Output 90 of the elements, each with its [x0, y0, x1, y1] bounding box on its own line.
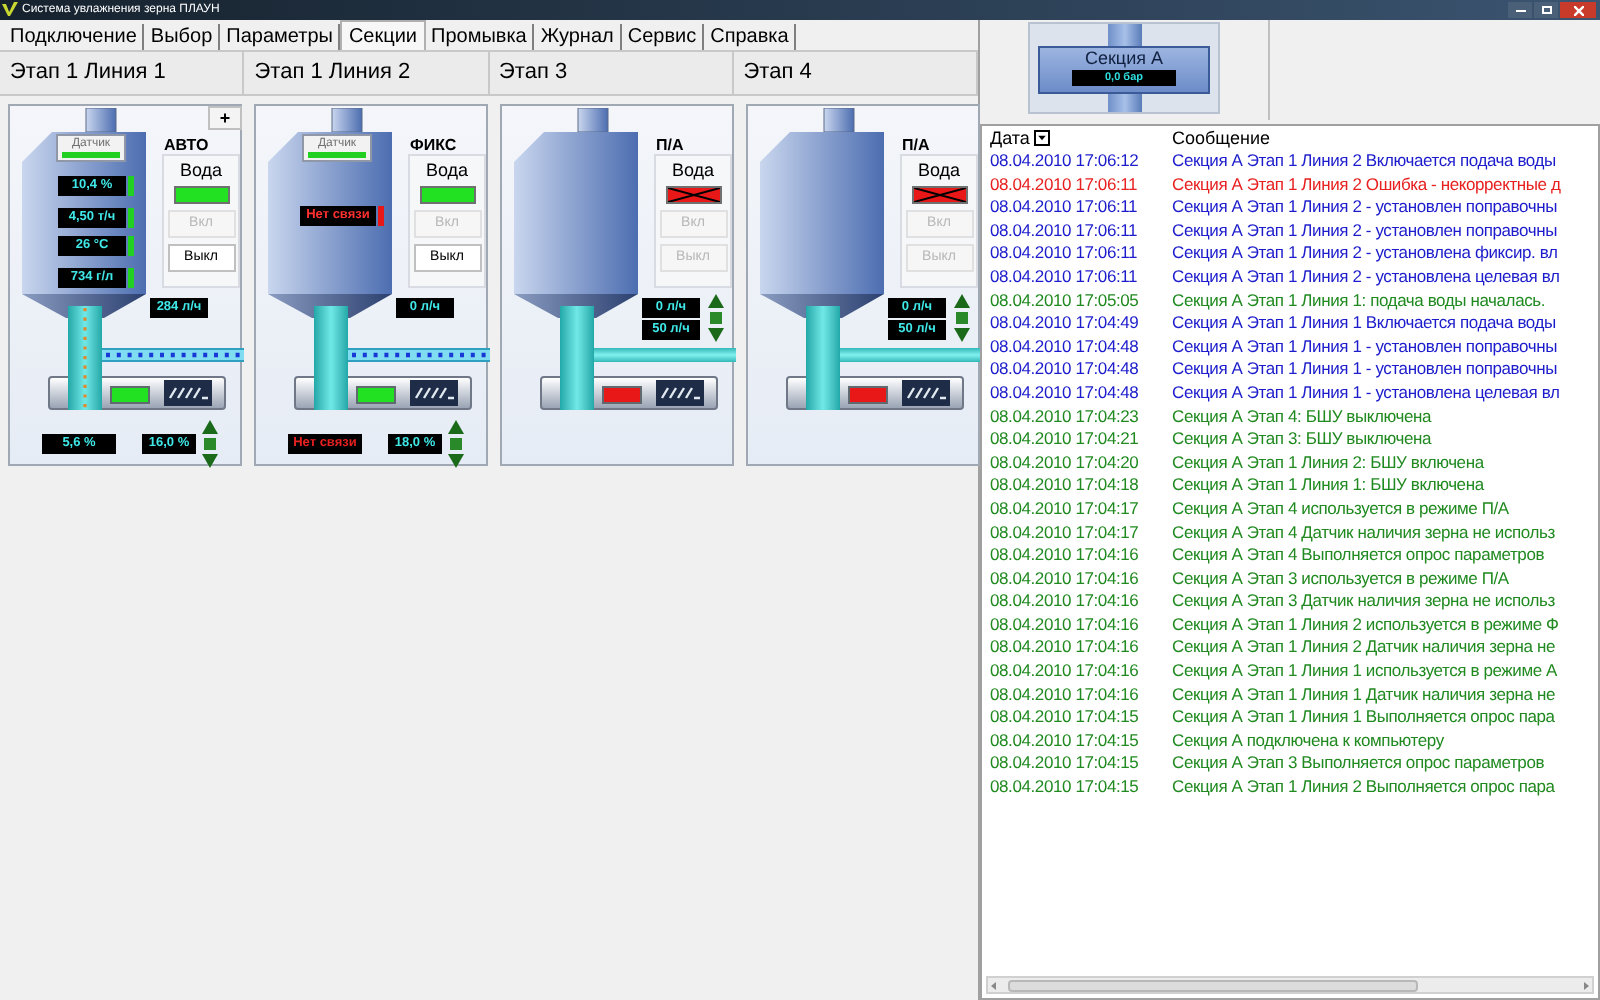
water-label: Вода — [425, 160, 469, 180]
log-message: Секция А Этап 1 Линия 2 - установлена целевая вл — [1172, 265, 1560, 290]
log-date: 08.04.2010 17:04:21 — [990, 428, 1141, 452]
app-logo-icon — [2, 2, 18, 18]
log-date: 08.04.2010 17:04:17 — [990, 497, 1141, 521]
tab[interactable]: Секции — [340, 20, 426, 50]
log-date: 08.04.2010 17:04:15 — [990, 706, 1141, 730]
scroll-left-icon[interactable] — [988, 979, 1000, 991]
log-message: Секция А Этап 1 Линия 2: БШУ включена — [1172, 451, 1484, 475]
mode-label: АВТО — [164, 136, 209, 156]
log-message: Секция А Этап 1 Линия 2 - установлен поправочны — [1172, 196, 1557, 220]
stage-title: Этап 1 Линия 2 — [254, 58, 411, 89]
scroll-right-icon[interactable] — [1580, 979, 1592, 991]
water-label: Вода — [671, 160, 715, 180]
log-date: 08.04.2010 17:04:48 — [990, 381, 1141, 406]
log-message: Секция А Этап 1 Линия 1: подача воды началась. — [1172, 289, 1546, 313]
log-message: Секция А Этап 4 используется в режиме П/А — [1172, 497, 1509, 521]
log-date: 08.04.2010 17:04:16 — [990, 590, 1141, 614]
log-date: 08.04.2010 17:06:11 — [990, 173, 1140, 197]
log-date: 08.04.2010 17:04:15 — [990, 752, 1141, 777]
log-date: 08.04.2010 17:06:12 — [990, 150, 1141, 174]
log-message: Секция А Этап 4 Выполняется опрос параметров — [1172, 544, 1545, 568]
water-label: Вода — [179, 160, 223, 180]
log-message: Секция А Этап 1 Линия 2 Ошибка - некорректные д — [1172, 173, 1561, 197]
log-message: Секция А Этап 1 Линия 1 - установлен поправочны — [1172, 335, 1557, 359]
belt-icon — [164, 380, 212, 406]
log-message: Секция А Этап 1 Линия 2 - установлен поправочны — [1172, 219, 1557, 243]
log-message: Секция А Этап 1 Линия 1 Включается подача воды — [1172, 312, 1556, 336]
dropdown-icon[interactable] — [1033, 130, 1050, 146]
log-date: 08.04.2010 17:04:48 — [990, 335, 1141, 359]
log-message: Секция А Этап 3 Датчик наличия зерна не использ — [1172, 590, 1555, 614]
log-date: 08.04.2010 17:06:11 — [990, 219, 1140, 243]
log-message: Секция А подключена к компьютеру — [1172, 729, 1444, 753]
log-date: 08.04.2010 17:04:16 — [990, 683, 1141, 707]
log-date: 08.04.2010 17:05:05 — [990, 289, 1141, 313]
column-header: Сообщение — [1172, 127, 1270, 149]
column-header[interactable]: Дата — [990, 127, 1030, 149]
mode-label: ФИКС — [410, 136, 457, 156]
log-message: Секция А Этап 1 Линия 2 Датчик наличия зерна не — [1172, 636, 1555, 661]
log-message: Секция А Этап 1 Линия 1 Выполняется опрос пара — [1172, 706, 1555, 730]
log-message: Секция А Этап 1 Линия 1 используется в режиме А — [1172, 660, 1558, 684]
log-date: 08.04.2010 17:04:48 — [990, 358, 1141, 382]
log-date: 08.04.2010 17:06:11 — [990, 196, 1140, 220]
maximize-button[interactable] — [1534, 2, 1558, 18]
log-date: 08.04.2010 17:04:18 — [990, 474, 1141, 498]
close-icon — [1573, 5, 1583, 15]
stage-title: Этап 4 — [743, 58, 812, 89]
log-message: Секция А Этап 1 Линия 2 Выполняется опрос пара — [1172, 776, 1555, 800]
log-date: 08.04.2010 17:04:15 — [990, 776, 1141, 800]
water-label: Вода — [917, 160, 961, 180]
log-date: 08.04.2010 17:04:15 — [990, 729, 1141, 753]
stage-title: Этап 1 Линия 1 — [10, 58, 166, 89]
up-down-arrows-icon[interactable] — [448, 420, 464, 468]
log-message: Секция А Этап 3 Выполняется опрос параметров — [1172, 752, 1545, 777]
log-message: Секция А Этап 4: БШУ выключена — [1172, 405, 1432, 429]
up-down-arrows-icon[interactable] — [954, 294, 970, 342]
up-down-arrows-icon[interactable] — [202, 420, 218, 468]
log-date: 08.04.2010 17:04:16 — [990, 544, 1141, 568]
belt-icon — [902, 380, 950, 406]
log-message: Секция А Этап 1 Линия 2 Включается подача воды — [1172, 150, 1556, 174]
log-message: Секция А Этап 1 Линия 2 используется в режиме Ф — [1172, 613, 1559, 637]
log-date: 08.04.2010 17:04:16 — [990, 613, 1141, 637]
log-message: Секция А Этап 3: БШУ выключена — [1172, 428, 1432, 452]
log-message: Секция А Этап 1 Линия 1: БШУ включена — [1172, 474, 1484, 498]
log-date: 08.04.2010 17:04:16 — [990, 660, 1141, 684]
add-button[interactable]: + — [208, 106, 242, 130]
log-date: 08.04.2010 17:04:17 — [990, 521, 1141, 545]
log-date: 08.04.2010 17:04:20 — [990, 451, 1141, 475]
log-date: 08.04.2010 17:06:11 — [990, 242, 1140, 266]
log-date: 08.04.2010 17:04:23 — [990, 405, 1141, 429]
mode-label: П/А — [902, 136, 930, 156]
log-date: 08.04.2010 17:04:16 — [990, 636, 1141, 661]
log-message: Секция А Этап 1 Линия 1 Датчик наличия зерна не — [1172, 683, 1555, 707]
log-message: Секция А Этап 1 Линия 1 - установлена целевая вл — [1172, 381, 1560, 406]
section-name: Секция А — [1084, 48, 1163, 70]
close-button[interactable] — [1560, 2, 1596, 18]
minimize-button[interactable] — [1508, 2, 1532, 18]
log-date: 08.04.2010 17:04:49 — [990, 312, 1141, 336]
log-date: 08.04.2010 17:04:16 — [990, 567, 1141, 591]
log-date: 08.04.2010 17:06:11 — [990, 265, 1140, 290]
horizontal-scrollbar[interactable] — [986, 976, 1594, 994]
log-message: Секция А Этап 1 Линия 2 - установлена фиксир. вл — [1172, 242, 1558, 266]
belt-icon — [656, 380, 704, 406]
log-message: Секция А Этап 3 используется в режиме П/А — [1172, 567, 1509, 591]
log-message: Секция А Этап 4 Датчик наличия зерна не использ — [1172, 521, 1555, 545]
belt-icon — [410, 380, 458, 406]
stage-title: Этап 3 — [499, 58, 568, 89]
mode-label: П/А — [656, 136, 684, 156]
log-message: Секция А Этап 1 Линия 1 - установлен поправочны — [1172, 358, 1557, 382]
up-down-arrows-icon[interactable] — [708, 294, 724, 342]
